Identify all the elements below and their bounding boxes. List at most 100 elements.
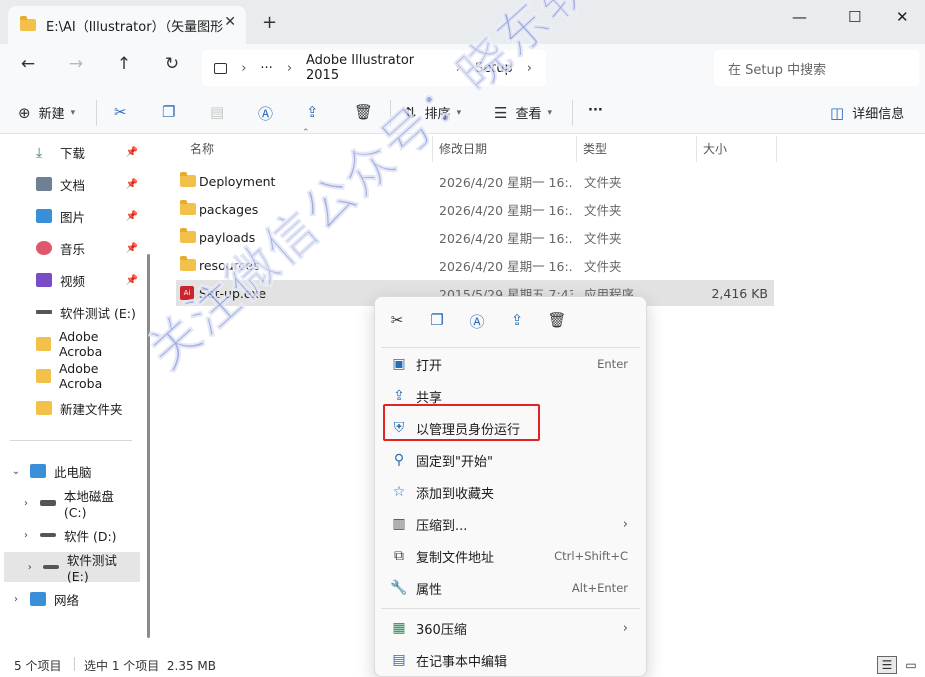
close-window-button[interactable]: ✕: [896, 8, 909, 26]
column-header-type[interactable]: 类型: [583, 140, 607, 157]
scissors-icon: ✂: [114, 103, 127, 121]
file-row[interactable]: resources 2026/4/20 星期一 16:... 文件夹: [176, 252, 774, 278]
sidebar-item-pictures[interactable]: 图片 📌: [0, 201, 140, 231]
tab-close-icon[interactable]: ✕: [224, 14, 236, 30]
menu-item-edit-notepad[interactable]: ▤ 在记事本中编辑: [379, 645, 642, 675]
details-view-icon[interactable]: ☰: [877, 656, 897, 674]
breadcrumb-illustrator[interactable]: Adobe Illustrator 2015: [306, 53, 442, 83]
column-divider[interactable]: [776, 136, 777, 162]
chevron-right-icon[interactable]: ›: [18, 530, 34, 541]
menu-item-open[interactable]: ▣ 打开 Enter: [379, 349, 642, 379]
search-input[interactable]: 在 Setup 中搜索: [714, 50, 919, 86]
sort-button[interactable]: ⇅ 排序 ▾: [404, 103, 462, 123]
sidebar-item-network[interactable]: › 网络: [0, 584, 140, 614]
up-arrow-icon[interactable]: ↑: [112, 54, 136, 74]
menu-item-add-favorites[interactable]: ☆ 添加到收藏夹: [379, 477, 642, 507]
column-divider[interactable]: [696, 136, 697, 162]
sidebar-item-drive-e[interactable]: 软件测试 (E:): [0, 297, 140, 327]
maximize-button[interactable]: ☐: [848, 8, 861, 26]
copy-icon: ❐: [162, 103, 176, 121]
sidebar-item-drive-c[interactable]: › 本地磁盘 (C:): [0, 488, 140, 520]
file-row[interactable]: Deployment 2026/4/20 星期一 16:... 文件夹: [176, 168, 774, 194]
sidebar-item-label: 网络: [54, 592, 80, 608]
explorer-tab[interactable]: E:\AI（Illustrator）（矢量图形 ✕: [8, 6, 246, 44]
pin-icon[interactable]: 📌: [126, 211, 138, 222]
sidebar-item-documents[interactable]: 文档 📌: [0, 169, 140, 199]
minimize-button[interactable]: —: [792, 8, 807, 26]
file-date: 2026/4/20 星期一 16:...: [439, 230, 573, 246]
file-row[interactable]: payloads 2026/4/20 星期一 16:... 文件夹: [176, 224, 774, 250]
pin-icon[interactable]: 📌: [126, 179, 138, 190]
menu-item-label: 压缩到...: [416, 518, 468, 534]
column-header-date[interactable]: 修改日期: [439, 140, 487, 157]
breadcrumb-separator-icon[interactable]: ›: [287, 61, 292, 76]
sidebar-item-label: 音乐: [60, 241, 86, 257]
cut-button[interactable]: ✂: [114, 103, 135, 121]
copy-button[interactable]: ❐: [162, 103, 183, 121]
tiles-view-icon[interactable]: ▭: [901, 656, 921, 674]
address-bar[interactable]: › ··· › Adobe Illustrator 2015 › Setup ›: [202, 50, 546, 86]
breadcrumb-separator-icon[interactable]: ›: [456, 61, 461, 76]
share-icon[interactable]: ⇪: [507, 311, 527, 329]
new-tab-button[interactable]: +: [262, 12, 277, 33]
rename-button[interactable]: Ⓐ: [258, 103, 281, 124]
divider: [74, 657, 75, 671]
sidebar-item-adobe-acrobat-1[interactable]: Adobe Acroba: [0, 329, 140, 359]
refresh-icon[interactable]: ↻: [160, 54, 184, 74]
sidebar-item-videos[interactable]: 视频 📌: [0, 265, 140, 295]
sidebar-scrollbar[interactable]: [147, 254, 150, 638]
delete-button[interactable]: 🗑: [354, 103, 381, 121]
column-header-name[interactable]: 名称: [190, 140, 214, 157]
folder-icon: [180, 200, 196, 215]
file-row[interactable]: packages 2026/4/20 星期一 16:... 文件夹: [176, 196, 774, 222]
forward-arrow-icon[interactable]: →: [64, 54, 88, 74]
chevron-right-icon[interactable]: ›: [8, 594, 24, 605]
column-divider[interactable]: [576, 136, 577, 162]
scissors-icon[interactable]: ✂: [387, 311, 407, 329]
column-divider[interactable]: [432, 136, 433, 162]
drive-icon: [39, 500, 56, 506]
menu-item-360-compress[interactable]: ▦ 360压缩 ›: [379, 613, 642, 643]
view-button[interactable]: ☰ 查看 ▾: [494, 103, 552, 123]
rename-icon[interactable]: Ⓐ: [467, 311, 487, 332]
sidebar-item-music[interactable]: 音乐 📌: [0, 233, 140, 263]
menu-item-copy-path[interactable]: ⧉ 复制文件地址 Ctrl+Shift+C: [379, 541, 642, 571]
divider: [572, 100, 573, 126]
open-icon: ▣: [392, 356, 406, 372]
share-button[interactable]: ⇪: [306, 103, 327, 121]
sidebar-item-label: 本地磁盘 (C:): [63, 489, 114, 520]
back-arrow-icon[interactable]: ←: [16, 54, 40, 74]
sidebar-item-drive-e-tree[interactable]: › 软件测试 (E:): [4, 552, 140, 584]
column-header-size[interactable]: 大小: [703, 140, 727, 157]
trash-icon[interactable]: 🗑: [547, 311, 567, 329]
menu-item-compress[interactable]: ▥ 压缩到... ›: [379, 509, 642, 539]
chevron-down-icon[interactable]: ⌄: [8, 466, 24, 477]
details-pane-button[interactable]: ◫ 详细信息: [830, 103, 904, 123]
chevron-right-icon[interactable]: ›: [22, 562, 37, 573]
breadcrumb-separator-icon[interactable]: ›: [527, 61, 532, 76]
sidebar-item-new-folder[interactable]: 新建文件夹: [0, 393, 140, 423]
copy-icon[interactable]: ❐: [427, 311, 447, 329]
new-button[interactable]: ⊕ 新建 ▾: [18, 103, 75, 123]
paste-button[interactable]: ▤: [210, 103, 232, 121]
chevron-down-icon: ▾: [456, 107, 462, 118]
sidebar-item-downloads[interactable]: ⤓ 下载 📌: [0, 137, 140, 167]
sidebar-item-adobe-acrobat-2[interactable]: Adobe Acroba: [0, 361, 140, 391]
new-label: 新建: [38, 107, 65, 122]
pin-icon[interactable]: 📌: [126, 275, 138, 286]
breadcrumb-overflow[interactable]: ···: [260, 61, 272, 76]
sidebar-item-this-pc[interactable]: ⌄ 此电脑: [0, 456, 140, 486]
menu-item-pin-to-start[interactable]: ⚲ 固定到"开始": [379, 445, 642, 475]
chevron-right-icon[interactable]: ›: [18, 498, 34, 509]
sidebar-item-drive-d[interactable]: › 软件 (D:): [0, 520, 140, 550]
navigation-pane: ⤓ 下载 📌 文档 📌 图片 📌 音乐 📌 视频 📌 软件测试 (E:) Ado…: [0, 134, 152, 654]
pin-icon[interactable]: 📌: [126, 147, 138, 158]
more-options-button[interactable]: ···: [588, 103, 603, 118]
breadcrumb-separator-icon[interactable]: ›: [241, 61, 246, 76]
application-icon: Ai: [180, 286, 194, 300]
breadcrumb-setup[interactable]: Setup: [475, 61, 513, 76]
menu-item-label: 添加到收藏夹: [416, 486, 495, 502]
menu-item-properties[interactable]: 🔧 属性 Alt+Enter: [379, 573, 642, 603]
star-icon: ☆: [392, 484, 406, 500]
pin-icon[interactable]: 📌: [126, 243, 138, 254]
